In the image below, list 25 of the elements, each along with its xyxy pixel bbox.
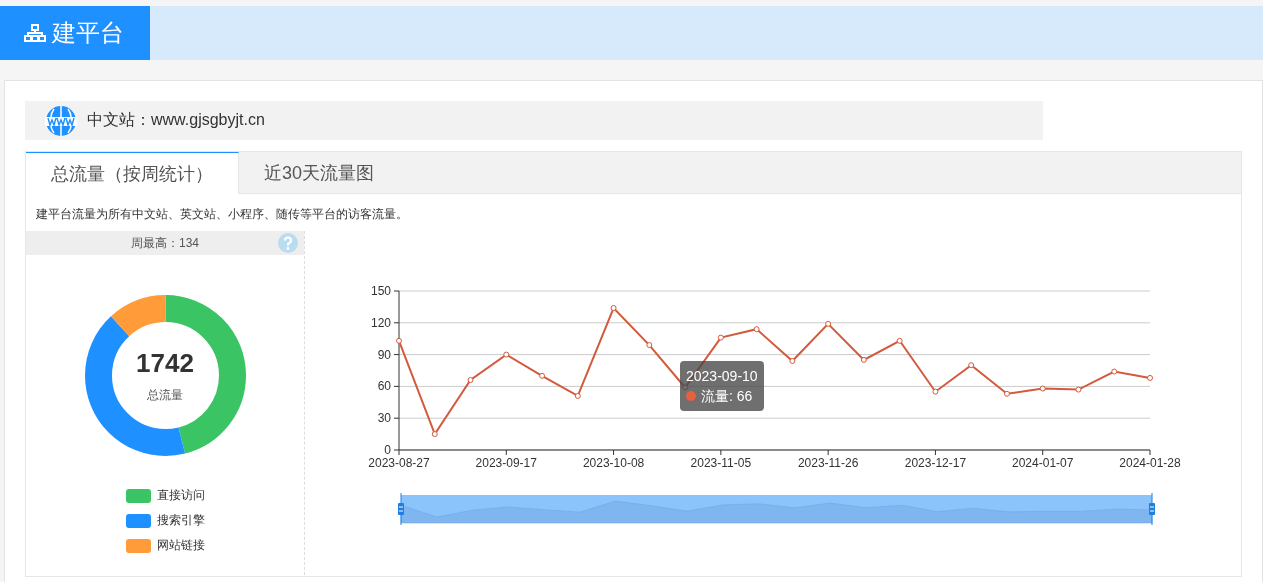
x-tick-label: 2023-09-17: [475, 456, 537, 470]
brand-title: 建平台: [52, 18, 124, 48]
x-tick-label: 2023-08-27: [368, 456, 430, 470]
legend-label: 搜索引擎: [156, 512, 205, 529]
tooltip-value: 流量: 66: [701, 387, 753, 406]
y-tick-label: 120: [370, 315, 391, 330]
x-tick-label: 2024-01-07: [1012, 456, 1074, 470]
x-tick-label: 2023-12-17: [904, 456, 967, 470]
weekly-max-text: 周最高：134: [131, 234, 199, 252]
site-label: 中文站：www.gjsgbyjt.cn: [87, 110, 265, 130]
x-tick-label: 2023-11-05: [690, 456, 752, 470]
description-text: 建平台流量为所有中文站、英文站、小程序、随传等平台的访客流量。: [35, 206, 409, 223]
tooltip-date: 2023-09-10: [686, 367, 758, 386]
x-tick-label: 2023-11-26: [797, 456, 859, 470]
x-tick-label: 2024-01-28: [1119, 456, 1181, 470]
y-tick-label: 0: [384, 443, 391, 457]
total-label: 总流量: [147, 386, 183, 404]
total-value: 1742: [136, 347, 194, 379]
y-tick-label: 90: [377, 347, 391, 362]
y-tick-label: 60: [377, 379, 391, 394]
x-tick-label: 2023-10-08: [582, 456, 645, 470]
legend-label: 网站链接: [156, 537, 205, 554]
y-tick-label: 150: [370, 284, 391, 298]
legend-label: 直接访问: [156, 487, 205, 504]
y-tick-label: 30: [377, 411, 391, 426]
